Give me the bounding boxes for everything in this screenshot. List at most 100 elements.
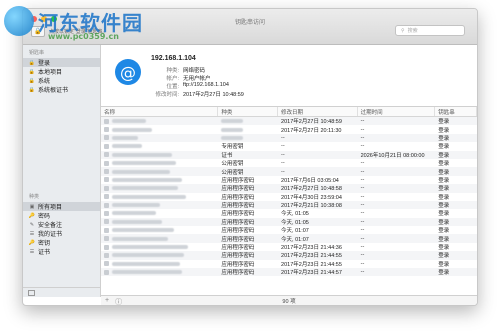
column-kind[interactable]: 种类	[218, 107, 279, 116]
cell-modified: --	[281, 168, 285, 175]
cell-modified: --	[281, 134, 285, 141]
table-row[interactable]: 应用程序密码 2017年2月23日 21:44:57 -- 登录	[101, 268, 477, 277]
table-row[interactable]: -- -- 登录	[101, 133, 477, 143]
category-item[interactable]: 🔑 密钥	[23, 238, 100, 248]
table-row[interactable]: 证书 -- 2026年10月21日 08:00:00 登录	[101, 150, 477, 159]
detail-field-value: ftp://192.168.1.104	[183, 82, 229, 88]
cell-keychain: 登录	[438, 253, 450, 260]
detail-field-value: 无用户帐户	[183, 76, 211, 82]
my-cert-icon: ☰	[29, 230, 35, 237]
keychain-label: 本地项目	[38, 70, 63, 76]
cell-kind: 应用程序密码	[221, 219, 255, 226]
cell-name	[101, 159, 218, 167]
table-row[interactable]: 应用程序密码 2017年2月23日 21:44:55 -- 登录	[101, 251, 477, 260]
table-row[interactable]: 应用程序密码 今天, 01:05 -- 登录	[101, 209, 477, 217]
cell-name	[101, 193, 218, 201]
cell-expires: 2026年10月21日 08:00:00	[360, 152, 425, 159]
table-row[interactable]: 公用密钥 -- -- 登录	[101, 159, 477, 167]
cell-keychain: 登录	[438, 261, 450, 268]
item-type-icon	[104, 177, 109, 183]
table-row[interactable]: 应用程序密码 今天, 01:07 -- 登录	[101, 226, 477, 234]
column-name[interactable]: 名称	[101, 107, 219, 116]
keychain-item[interactable]: 🔒 登录	[23, 58, 100, 67]
table-row[interactable]: 公用密钥 -- -- 登录	[101, 167, 477, 176]
item-type-icon	[104, 169, 109, 175]
redacted-name	[104, 152, 172, 158]
cell-keychain: 登录	[438, 194, 450, 201]
cell-expires: --	[360, 118, 365, 125]
table-row[interactable]: 应用程序密码 2017年7月6日 03:05:04 -- 登录	[101, 176, 477, 184]
column-keychain[interactable]: 钥匙串	[435, 107, 477, 116]
cell-expires: --	[360, 176, 365, 183]
column-expires[interactable]: 过期时间	[358, 107, 436, 116]
cell-kind: 应用程序密码	[221, 194, 255, 201]
detail-field-value: 网络密码	[183, 68, 206, 74]
cell-name	[101, 251, 218, 259]
redacted-name	[104, 194, 186, 200]
table-row[interactable]: 2017年2月27日 10:48:59 -- 登录	[101, 117, 477, 126]
cell-modified: --	[281, 160, 285, 167]
keychain-item[interactable]: 🔒 本地项目	[23, 67, 100, 77]
table-row[interactable]: 应用程序密码 2017年2月27日 10:48:58 -- 登录	[101, 184, 477, 193]
cell-keychain: 登录	[438, 211, 450, 218]
category-item[interactable]: ✎ 安全备注	[23, 220, 100, 230]
category-label: 安全备注	[38, 223, 63, 229]
table-row[interactable]: 应用程序密码 2017年2月21日 10:38:08 -- 登录	[101, 200, 477, 210]
detail-field-key: 帐户:	[166, 76, 179, 82]
keychain-item[interactable]: 🔒 系统根证书	[23, 85, 100, 95]
cell-kind: 公用密钥	[221, 161, 244, 168]
search-field[interactable]: ⚲ 搜索	[395, 25, 465, 36]
blurred-text	[112, 161, 176, 166]
item-name: 192.168.1.104	[151, 55, 196, 62]
table-row[interactable]: 应用程序密码 今天, 01:07 -- 登录	[101, 234, 477, 243]
table-row[interactable]: 2017年2月27日 20:11:30 -- 登录	[101, 125, 477, 134]
blurred-text	[112, 194, 186, 199]
cell-name	[101, 151, 218, 159]
cell-modified: 2017年7月6日 03:05:04	[281, 177, 339, 184]
table-row[interactable]: 专用密钥 -- -- 登录	[101, 142, 477, 150]
cell-kind: 应用程序密码	[221, 236, 255, 243]
category-item[interactable]: ☰ 证书	[23, 247, 100, 257]
lock-icon: 🔒	[28, 86, 36, 93]
cell-kind: 应用程序密码	[221, 186, 255, 193]
keychain-item[interactable]: 🔒 系统	[23, 76, 100, 86]
redacted-name	[104, 219, 162, 225]
cell-expires: --	[360, 134, 365, 141]
table-row[interactable]: 应用程序密码 2017年4月30日 23:59:04 -- 登录	[101, 193, 477, 201]
cell-keychain: 登录	[438, 270, 450, 277]
cell-expires: --	[360, 168, 365, 175]
table-row[interactable]: 应用程序密码 今天, 01:05 -- 登录	[101, 217, 477, 227]
redacted-name	[104, 160, 176, 166]
category-item[interactable]: 🔑 密码	[23, 211, 100, 221]
table-row[interactable]: 应用程序密码 2017年2月23日 21:44:36 -- 登录	[101, 243, 477, 251]
info-icon[interactable]: ⓘ	[115, 297, 122, 305]
cell-name	[101, 142, 218, 150]
cell-name	[101, 125, 218, 133]
table-row[interactable]: 应用程序密码 2017年2月23日 21:44:55 -- 登录	[101, 260, 477, 268]
blurred-text	[112, 228, 174, 233]
cell-kind	[218, 117, 278, 125]
sidebar-toggle-button[interactable]	[23, 287, 100, 297]
redacted-name	[104, 227, 174, 233]
cell-kind: 公用密钥	[221, 169, 244, 176]
cell-name	[101, 218, 218, 226]
cell-modified: 2017年2月23日 21:44:55	[281, 261, 342, 268]
lock-button[interactable]: 🔓	[31, 26, 45, 37]
cell-kind: 应用程序密码	[221, 228, 255, 235]
category-item[interactable]: ☰ 我的证书	[23, 229, 100, 239]
cell-name	[101, 209, 218, 217]
cell-keychain: 登录	[438, 144, 450, 151]
item-type-icon	[104, 202, 109, 208]
add-icon[interactable]: +	[105, 297, 109, 305]
item-type-icon	[104, 127, 109, 133]
cell-kind: 应用程序密码	[221, 253, 255, 260]
lock-icon: 🔒	[28, 77, 36, 84]
redacted-name	[104, 236, 168, 242]
cell-keychain: 登录	[438, 236, 450, 243]
category-item[interactable]: ▣ 所有项目	[23, 202, 100, 211]
item-type-icon	[104, 244, 109, 250]
blurred-text	[112, 203, 160, 208]
column-modified[interactable]: 修改日期	[278, 107, 358, 116]
cell-kind	[218, 134, 278, 142]
at-sign-icon: @	[115, 59, 141, 85]
